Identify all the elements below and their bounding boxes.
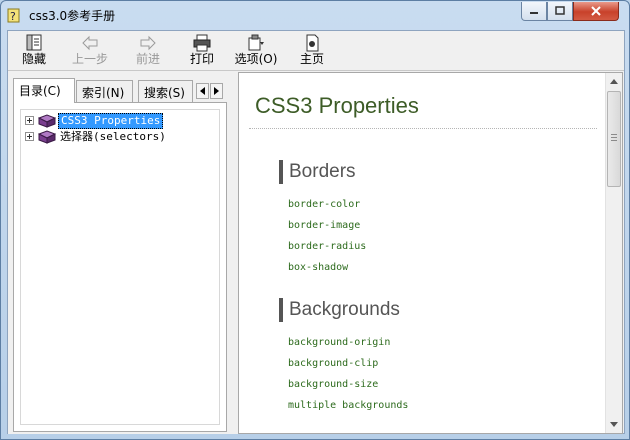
client-area: 隐藏 上一步 前进 打印 选项(O) 主页 目录(C) 索引(N) 搜索(S) … <box>7 30 625 434</box>
expand-plus-icon[interactable] <box>25 116 34 125</box>
book-icon <box>38 113 56 128</box>
toolbar: 隐藏 上一步 前进 打印 选项(O) 主页 <box>8 31 624 71</box>
back-arrow-icon <box>82 35 98 51</box>
expand-plus-icon[interactable] <box>25 132 34 141</box>
back-label: 上一步 <box>71 52 108 66</box>
title-bar[interactable]: ? css3.0参考手册 <box>1 1 629 29</box>
link-background-clip[interactable]: background-clip <box>288 358 378 369</box>
tab-search-label: 搜索(S) <box>144 86 185 100</box>
tree-item[interactable]: 选择器(selectors) <box>25 129 168 144</box>
hide-label: 隐藏 <box>21 52 46 66</box>
minimize-button[interactable] <box>521 2 547 21</box>
svg-text:?: ? <box>10 10 16 23</box>
help-book-icon: ? <box>7 8 20 23</box>
link-border-color[interactable]: border-color <box>288 199 360 210</box>
title-divider <box>249 128 597 129</box>
print-label: 打印 <box>189 52 214 66</box>
section-heading-borders: Borders <box>279 160 356 184</box>
close-icon <box>591 6 601 16</box>
tab-scroll-right-button[interactable] <box>210 83 223 99</box>
maximize-icon <box>555 6 565 15</box>
close-button[interactable] <box>573 2 619 21</box>
triangle-left-icon <box>199 87 205 95</box>
print-button[interactable]: 打印 <box>182 34 222 70</box>
page-title: CSS3 Properties <box>255 93 419 118</box>
link-box-shadow[interactable]: box-shadow <box>288 262 348 273</box>
contents-tree[interactable]: CSS3 Properties 选择器(selectors) <box>20 109 220 425</box>
forward-label: 前进 <box>135 52 160 66</box>
triangle-up-icon <box>610 79 618 84</box>
tree-item-label[interactable]: CSS3 Properties <box>58 112 164 129</box>
link-background-size[interactable]: background-size <box>288 379 378 390</box>
link-multiple-backgrounds[interactable]: multiple backgrounds <box>288 400 408 411</box>
tab-index-label: 索引(N) <box>82 86 125 100</box>
minimize-icon <box>530 12 538 14</box>
triangle-down-icon <box>610 422 618 427</box>
tree-item-label[interactable]: 选择器(selectors) <box>58 130 168 144</box>
navigation-pane: 目录(C) 索引(N) 搜索(S) CSS3 Properties 选择器(se… <box>8 72 232 434</box>
tab-contents-label: 目录(C) <box>19 84 61 98</box>
printer-icon <box>193 34 211 52</box>
maximize-button[interactable] <box>547 2 573 21</box>
triangle-right-icon <box>213 87 219 95</box>
grip-line <box>611 140 617 141</box>
scroll-thumb[interactable] <box>607 91 621 187</box>
tree-item[interactable]: CSS3 Properties <box>25 112 164 129</box>
tab-search[interactable]: 搜索(S) <box>138 80 193 102</box>
app-window: ? css3.0参考手册 隐藏 上一步 前进 打印 选项(O) 主页 目录(C)… <box>0 0 630 440</box>
section-heading-backgrounds: Backgrounds <box>279 298 400 322</box>
scroll-up-button[interactable] <box>606 73 622 90</box>
link-border-radius[interactable]: border-radius <box>288 241 366 252</box>
home-label: 主页 <box>299 52 324 66</box>
forward-button[interactable]: 前进 <box>128 34 168 70</box>
home-button[interactable]: 主页 <box>292 34 332 70</box>
tab-scroll-left-button[interactable] <box>196 83 209 99</box>
contents-panel: CSS3 Properties 选择器(selectors) <box>13 102 227 432</box>
hide-button[interactable]: 隐藏 <box>14 34 54 70</box>
hide-icon <box>26 34 42 51</box>
options-label: 选项(O) <box>234 52 278 66</box>
back-button[interactable]: 上一步 <box>66 34 114 70</box>
home-icon <box>306 34 319 52</box>
tab-contents[interactable]: 目录(C) <box>13 78 75 103</box>
content-pane: CSS3 Properties Borders border-color bor… <box>238 72 623 434</box>
grip-line <box>611 137 617 138</box>
tab-index[interactable]: 索引(N) <box>76 80 133 102</box>
options-button[interactable]: 选项(O) <box>232 34 280 70</box>
book-icon <box>38 129 56 144</box>
vertical-scrollbar[interactable] <box>605 73 622 433</box>
options-icon <box>248 34 264 51</box>
grip-line <box>611 134 617 135</box>
forward-arrow-icon <box>140 35 156 51</box>
window-title: css3.0参考手册 <box>29 9 116 23</box>
scroll-down-button[interactable] <box>606 416 622 433</box>
link-background-origin[interactable]: background-origin <box>288 337 390 348</box>
link-border-image[interactable]: border-image <box>288 220 360 231</box>
